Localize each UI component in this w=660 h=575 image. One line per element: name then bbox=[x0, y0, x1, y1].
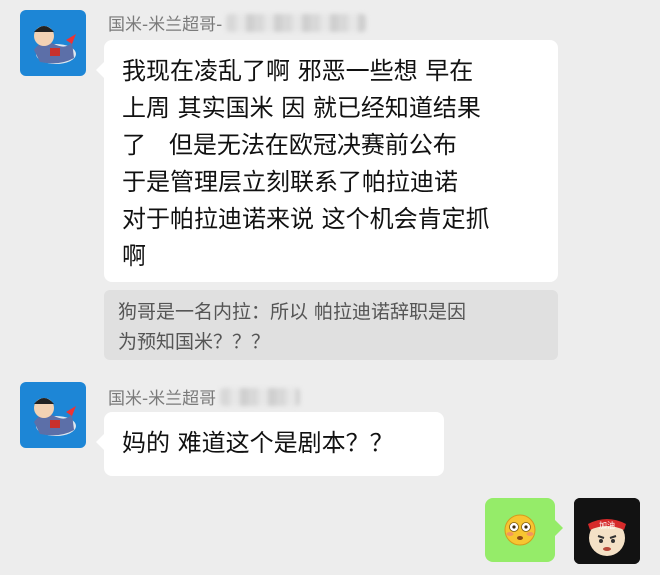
message-line: 妈的 难道这个是剧本？？ bbox=[122, 429, 394, 457]
flushed-face-emoji-icon bbox=[504, 514, 536, 546]
message-line: 啊 bbox=[122, 242, 146, 270]
sent-message-bubble[interactable] bbox=[485, 498, 563, 562]
message-bubble[interactable]: 我现在凌乱了啊 邪恶一些想 早在 上周 其实国米 因 就已经知道结果 了 但是无… bbox=[96, 40, 558, 282]
my-avatar[interactable]: 加油 bbox=[574, 498, 640, 564]
message-line: 上周 其实国米 因 就已经知道结果 bbox=[122, 94, 481, 122]
redacted-name bbox=[220, 387, 301, 406]
message-line: 了 但是无法在欧冠决赛前公布 bbox=[122, 131, 457, 159]
message-line: 我现在凌乱了啊 邪恶一些想 早在 bbox=[122, 57, 474, 85]
sender-name: 国米-米兰超哥 bbox=[108, 384, 301, 409]
message-bubble[interactable]: 妈的 难道这个是剧本？？ bbox=[96, 412, 444, 476]
sender-name: 国米-米兰超哥- bbox=[108, 10, 367, 35]
redacted-name bbox=[226, 13, 367, 32]
sender-avatar[interactable] bbox=[20, 382, 86, 448]
avatar-cartoon-icon bbox=[20, 382, 86, 448]
quoted-reply[interactable]: 狗哥是一名内拉：所以 帕拉迪诺辞职是因 为预知国米？？？ bbox=[104, 290, 558, 360]
message-line: 对于帕拉迪诺来说 这个机会肯定抓 bbox=[122, 205, 490, 233]
quote-line: 为预知国米？？？ bbox=[118, 331, 271, 353]
sender-name-text: 国米-米兰超哥- bbox=[108, 15, 223, 35]
cheer-face-avatar-icon: 加油 bbox=[574, 498, 640, 564]
cheer-badge-text: 加油 bbox=[599, 520, 615, 530]
sender-name-text: 国米-米兰超哥 bbox=[108, 389, 217, 409]
message-line: 于是管理层立刻联系了帕拉迪诺 bbox=[122, 168, 458, 196]
quote-line: 狗哥是一名内拉：所以 帕拉迪诺辞职是因 bbox=[118, 301, 467, 323]
sender-avatar[interactable] bbox=[20, 10, 86, 76]
avatar-cartoon-icon bbox=[20, 10, 86, 76]
